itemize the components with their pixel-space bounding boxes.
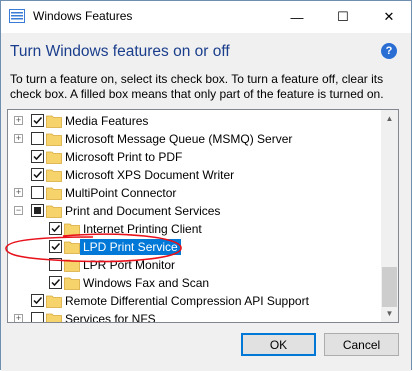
scrollbar-thumb[interactable] (382, 267, 397, 307)
feature-label: Media Features (65, 114, 149, 128)
folder-icon (64, 277, 80, 290)
feature-label: Microsoft Message Queue (MSMQ) Server (65, 132, 293, 146)
feature-label: Print and Document Services (65, 204, 221, 218)
folder-icon (46, 313, 62, 322)
windows-features-app-icon (9, 9, 25, 23)
feature-checkbox[interactable] (31, 204, 44, 217)
feature-checkbox[interactable] (31, 132, 44, 145)
folder-icon (46, 115, 62, 128)
scroll-up-icon[interactable]: ▲ (381, 110, 398, 127)
ok-button[interactable]: OK (241, 333, 316, 356)
expand-icon[interactable]: + (14, 314, 23, 322)
feature-label: Remote Differential Compression API Supp… (65, 294, 309, 308)
feature-row[interactable]: Microsoft Print to PDF (8, 148, 382, 166)
features-tree[interactable]: + Services for NFS Remote Differential Com… (7, 109, 399, 323)
minimize-button[interactable]: — (274, 1, 320, 33)
cancel-button[interactable]: Cancel (324, 333, 399, 356)
scroll-down-icon[interactable]: ▼ (381, 305, 398, 322)
feature-row[interactable]: + Services for NFS (8, 310, 382, 323)
collapse-icon[interactable]: − (14, 206, 23, 215)
feature-label: Windows Fax and Scan (83, 276, 210, 290)
folder-icon (46, 151, 62, 164)
close-icon: ✕ (383, 9, 395, 24)
feature-checkbox[interactable] (49, 258, 62, 271)
feature-label: LPD Print Service (80, 239, 181, 255)
feature-row[interactable]: Internet Printing Client (8, 220, 382, 238)
feature-checkbox[interactable] (31, 186, 44, 199)
window-title: Windows Features (33, 9, 133, 23)
feature-row[interactable]: Microsoft XPS Document Writer (8, 166, 382, 184)
feature-checkbox[interactable] (31, 168, 44, 181)
feature-checkbox[interactable] (31, 294, 44, 307)
close-button[interactable]: ✕ (366, 1, 412, 33)
feature-row[interactable]: Windows Fax and Scan (8, 274, 382, 292)
feature-row[interactable]: − Print and Document Services (8, 202, 382, 220)
folder-icon (46, 295, 62, 308)
feature-checkbox[interactable] (31, 114, 44, 127)
help-icon[interactable]: ? (381, 43, 397, 59)
title-bar[interactable]: Windows Features — ☐ ✕ (1, 1, 411, 33)
maximize-button[interactable]: ☐ (320, 1, 366, 33)
dialog-description: To turn a feature on, select its check b… (10, 72, 384, 101)
feature-row[interactable]: + MultiPoint Connector (8, 184, 382, 202)
maximize-icon: ☐ (337, 9, 349, 24)
expand-icon[interactable]: + (14, 134, 23, 143)
feature-row[interactable]: Remote Differential Compression API Supp… (8, 292, 382, 310)
minimize-icon: — (290, 9, 304, 25)
feature-checkbox[interactable] (49, 276, 62, 289)
folder-icon (64, 223, 80, 236)
folder-icon (46, 169, 62, 182)
folder-icon (46, 205, 62, 218)
feature-checkbox[interactable] (49, 240, 62, 253)
expand-icon[interactable]: + (14, 188, 23, 197)
folder-icon (46, 133, 62, 146)
vertical-scrollbar[interactable]: ▲ ▼ (381, 110, 398, 322)
folder-icon (64, 259, 80, 272)
feature-label: LPR Port Monitor (83, 258, 176, 272)
feature-checkbox[interactable] (31, 312, 44, 322)
feature-label: Microsoft XPS Document Writer (65, 168, 235, 182)
folder-icon (64, 241, 80, 254)
feature-row[interactable]: + Microsoft Message Queue (MSMQ) Server (8, 130, 382, 148)
feature-label: MultiPoint Connector (65, 186, 177, 200)
feature-checkbox[interactable] (31, 150, 44, 163)
folder-icon (46, 187, 62, 200)
expand-icon[interactable]: + (14, 116, 23, 125)
feature-row[interactable]: LPD Print Service (8, 238, 382, 256)
dialog-heading: Turn Windows features on or off (10, 43, 230, 60)
feature-label: Microsoft Print to PDF (65, 150, 183, 164)
feature-label: Internet Printing Client (83, 222, 202, 236)
feature-row[interactable]: + Media Features (8, 112, 382, 130)
feature-checkbox[interactable] (49, 222, 62, 235)
feature-label: Services for NFS (65, 312, 156, 323)
feature-row[interactable]: LPR Port Monitor (8, 256, 382, 274)
